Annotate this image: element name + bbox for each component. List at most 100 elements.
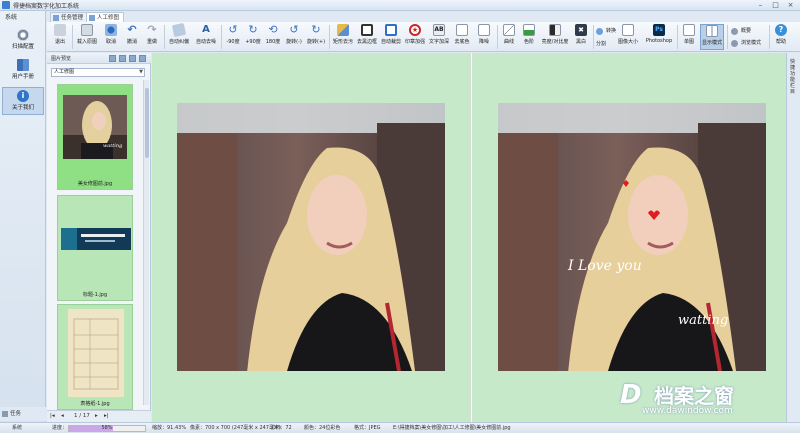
auto-crop-button[interactable]: 自动裁剪 <box>380 24 402 50</box>
folder-icon[interactable] <box>119 55 126 62</box>
thumbnail-scrollbar[interactable] <box>143 80 149 405</box>
thumbnail-panel: 图片预览 人工修图 ▼ watting 美女修图前.jpg 标题-1.jpg 表… <box>47 53 151 422</box>
rotate-plus-button[interactable]: ↻ 旋转(+) <box>306 24 326 50</box>
rotate-180-button[interactable]: ⟲ 180度 <box>264 24 282 50</box>
thumbnail-list: watting 美女修图前.jpg 标题-1.jpg 表格纸-1.jpg <box>47 80 151 410</box>
load-original-button[interactable]: 载入原图 <box>75 24 99 50</box>
nav-about-us[interactable]: i 关于我们 <box>2 87 44 115</box>
levels-icon <box>523 24 535 36</box>
brightness-contrast-button[interactable]: 亮度/对比度 <box>540 24 570 50</box>
remove-background-button[interactable]: 去底色 <box>452 24 472 50</box>
prev-page-button[interactable]: ◂ <box>61 411 64 422</box>
book-icon <box>17 59 29 71</box>
thumbnail-item[interactable]: 表格纸-1.jpg <box>57 304 133 410</box>
redo-button[interactable]: ↷ 重做 <box>143 24 161 50</box>
rotate-left-icon: ↺ <box>228 23 238 36</box>
portrait-photo <box>177 103 445 371</box>
folder-select[interactable]: 人工修图 ▼ <box>51 68 145 77</box>
first-page-button[interactable]: |◂ <box>50 411 55 422</box>
grid-icon[interactable] <box>129 55 136 62</box>
rotate-minus-button[interactable]: ↺ 旋转(-) <box>284 24 304 50</box>
single-view-label: 单图 <box>683 39 694 45</box>
undo-icon: ↶ <box>127 23 137 36</box>
redo-icon: ↷ <box>147 23 157 36</box>
curves-label: 曲线 <box>503 39 514 45</box>
split-divider[interactable] <box>470 53 472 422</box>
thumbnail-item[interactable]: watting 美女修图前.jpg <box>57 84 133 190</box>
auto-deskew-button[interactable]: 自动纠偏 <box>167 22 191 50</box>
image-size-button[interactable]: 图像大小 <box>615 24 641 50</box>
size-status: 像素：700 x 700 (247毫米 x 247毫米) <box>190 425 281 431</box>
system-menu[interactable]: 系统 <box>2 13 44 23</box>
scrollbar-thumb[interactable] <box>145 88 149 158</box>
original-image[interactable] <box>177 103 445 371</box>
minimize-button[interactable]: – <box>755 1 766 9</box>
progress-label: 进度： <box>52 425 68 431</box>
overlay-text-line1: I Love you <box>568 258 642 274</box>
split-button[interactable]: 分割 <box>592 34 610 50</box>
seal-enhance-button[interactable]: ★ 印章加强 <box>404 24 426 50</box>
text-darken-button[interactable]: AB 文字加深 <box>428 24 450 50</box>
rotate-cw-icon: ↻ <box>311 23 321 36</box>
levels-button[interactable]: 色阶 <box>520 24 538 50</box>
maximize-button[interactable]: □ <box>770 1 781 9</box>
zoom-status: 缩放：91.43% <box>152 425 187 431</box>
image-size-icon <box>622 24 634 36</box>
thumbnail-caption: 表格纸-1.jpg <box>80 401 110 407</box>
single-view-button[interactable]: 单图 <box>680 24 698 50</box>
auto-denoise-button[interactable]: A 自动去噪 <box>194 24 218 50</box>
rotate-plus90-button[interactable]: ↻ +90度 <box>244 24 262 50</box>
list-icon[interactable] <box>139 55 146 62</box>
overlay-text-line2: watting <box>678 313 729 328</box>
exit-button[interactable]: 退出 <box>51 24 69 50</box>
system-status: 系统 <box>12 425 23 431</box>
black-white-button[interactable]: ✖ 黑白 <box>572 24 590 50</box>
progress-text: 58% <box>101 425 113 431</box>
cancel-button[interactable]: 取消 <box>102 24 120 50</box>
quick-functions-strip[interactable]: 快捷功能栏目 <box>786 53 800 422</box>
noise-reduce-button[interactable]: 降噪 <box>474 24 494 50</box>
undo-button[interactable]: ↶ 撤消 <box>123 24 141 50</box>
browse-mode-button[interactable]: 浏览模式 <box>731 38 761 48</box>
close-button[interactable]: × <box>785 1 796 9</box>
remove-black-border-label: 去黑边框 <box>356 39 377 45</box>
image-size-label: 图像大小 <box>617 39 638 45</box>
rect-clean-button[interactable]: 矩形去污 <box>332 24 354 50</box>
thumbnail-caption: 标题-1.jpg <box>82 292 108 298</box>
edited-image[interactable]: I Love you watting <box>498 103 766 371</box>
separator <box>164 25 165 49</box>
nav-label: 关于我们 <box>11 105 34 111</box>
help-label: 帮助 <box>775 39 786 45</box>
separator <box>769 25 770 49</box>
summary-button[interactable]: 概要 <box>731 26 751 36</box>
undo-label: 撤消 <box>126 39 137 45</box>
rotate-minus90-button[interactable]: ↺ -90度 <box>224 24 242 50</box>
next-page-button[interactable]: ▸ <box>95 411 98 422</box>
toolbar: 退出 载入原图 取消 ↶ 撤消 ↷ 重做 自动纠偏 A 自动去噪 ↺ -90度 ↻ +90… <box>47 22 800 52</box>
seal-icon: ★ <box>409 24 421 36</box>
rect-clean-label: 矩形去污 <box>332 39 353 45</box>
thumbnail-item[interactable]: 标题-1.jpg <box>57 195 133 301</box>
left-nav: 系统 扫描配置 用户手册 i 关于我们 <box>0 11 46 422</box>
task-icon <box>2 411 8 417</box>
tab-manual-retouch[interactable]: 人工修图 <box>86 12 125 22</box>
tab-task-manager[interactable]: 任务管理 <box>50 12 89 22</box>
last-page-button[interactable]: ▸| <box>104 411 109 422</box>
thumbnail-caption: 美女修图前.jpg <box>77 181 113 187</box>
black-white-label: 黑白 <box>575 39 586 45</box>
thumbnail-image <box>61 228 131 250</box>
nav-user-manual[interactable]: 用户手册 <box>2 57 44 85</box>
brush-icon <box>337 24 349 36</box>
remove-black-border-button[interactable]: 去黑边框 <box>356 24 378 50</box>
thumbnail-panel-title: 图片预览 <box>51 56 72 62</box>
refresh-icon[interactable] <box>109 55 116 62</box>
display-mode-label: 显示模式 <box>701 40 722 46</box>
curves-button[interactable]: 曲线 <box>500 24 518 50</box>
text-a-icon: A <box>202 24 210 35</box>
nav-scan-config[interactable]: 扫描配置 <box>2 27 44 55</box>
tasks-button[interactable]: 任务 <box>0 407 46 421</box>
tasks-label: 任务 <box>10 411 22 417</box>
photoshop-button[interactable]: Ps Photoshop <box>644 24 674 50</box>
help-button[interactable]: ? 帮助 <box>772 24 790 50</box>
display-mode-button[interactable]: 显示模式 <box>700 24 724 50</box>
